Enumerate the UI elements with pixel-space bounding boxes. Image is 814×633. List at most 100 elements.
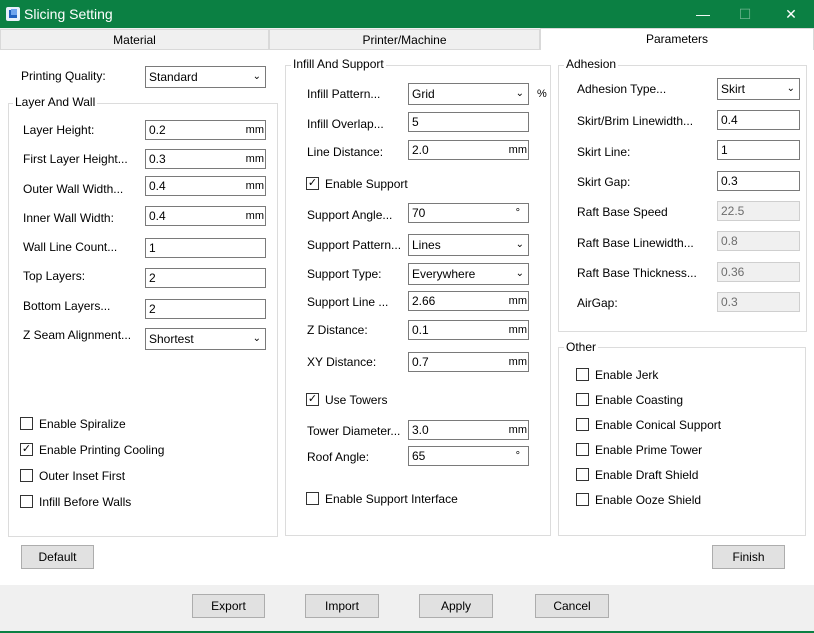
enable-ooze-shield-checkbox[interactable] (576, 493, 589, 506)
close-icon: ✕ (785, 5, 797, 22)
app-icon (6, 7, 20, 21)
infill-pattern-label: Infill Pattern... (307, 87, 381, 101)
infill-overlap-value: 5 (412, 115, 419, 129)
infill-overlap-input[interactable]: 5 (408, 112, 529, 132)
enable-jerk-checkbox[interactable] (576, 368, 589, 381)
printing-quality-value: Standard (149, 70, 198, 84)
apply-button[interactable]: Apply (419, 594, 493, 618)
xy-distance-value: 0.7 (412, 355, 429, 369)
xy-distance-input[interactable]: 0.7 mm (408, 352, 529, 372)
enable-coasting-checkbox[interactable] (576, 393, 589, 406)
support-angle-value: 70 (412, 206, 426, 220)
enable-spiralize-checkbox[interactable] (20, 417, 33, 430)
infill-before-walls-checkbox[interactable] (20, 495, 33, 508)
unit-label: mm (508, 324, 527, 336)
chevron-down-icon: ⌄ (252, 333, 261, 344)
top-layers-input[interactable]: 2 (145, 268, 266, 288)
skirt-gap-value: 0.3 (721, 174, 738, 188)
raft-base-linewidth-input: 0.8 (717, 231, 800, 251)
bottom-layers-input[interactable]: 2 (145, 299, 266, 319)
enable-prime-tower-label: Enable Prime Tower (595, 443, 703, 457)
raft-base-thickness-input: 0.36 (717, 262, 800, 282)
cancel-button[interactable]: Cancel (535, 594, 609, 618)
unit-label: mm (245, 180, 264, 192)
support-type-dropdown[interactable]: Everywhere ⌄ (408, 263, 529, 285)
enable-support-interface-checkbox[interactable] (306, 492, 319, 505)
layer-height-value: 0.2 (149, 123, 166, 137)
skirt-gap-input[interactable]: 0.3 (717, 171, 800, 191)
outer-wall-width-value: 0.4 (149, 179, 166, 193)
enable-spiralize-label: Enable Spiralize (39, 417, 126, 431)
wall-line-count-input[interactable]: 1 (145, 238, 266, 258)
raft-base-thickness-label: Raft Base Thickness... (577, 266, 697, 280)
enable-ooze-shield-label: Enable Ooze Shield (595, 493, 702, 507)
bottom-layers-label: Bottom Layers... (23, 299, 111, 313)
export-button[interactable]: Export (192, 594, 265, 618)
top-layers-label: Top Layers: (23, 269, 86, 283)
tab-printer-machine[interactable]: Printer/Machine (269, 29, 540, 50)
brim-linewidth-input[interactable]: 0.4 (717, 110, 800, 130)
title-bar: Slicing Setting — ☐ ✕ (0, 0, 814, 28)
support-pattern-dropdown[interactable]: Lines ⌄ (408, 234, 529, 256)
support-type-value: Everywhere (412, 267, 476, 281)
enable-coasting-label: Enable Coasting (595, 393, 684, 407)
enable-conical-support-checkbox[interactable] (576, 418, 589, 431)
first-layer-height-input[interactable]: 0.3 mm (145, 149, 266, 169)
roof-angle-input[interactable]: 65 ° (408, 446, 529, 466)
enable-draft-shield-checkbox[interactable] (576, 468, 589, 481)
enable-printing-cooling-checkbox[interactable]: ✓ (20, 443, 33, 456)
layer-height-input[interactable]: 0.2 mm (145, 120, 266, 140)
xy-distance-label: XY Distance: (307, 355, 377, 369)
unit-label: mm (508, 356, 527, 368)
outer-wall-width-input[interactable]: 0.4 mm (145, 176, 266, 196)
z-distance-label: Z Distance: (307, 323, 368, 337)
maximize-icon: ☐ (738, 5, 752, 22)
wall-line-count-label: Wall Line Count... (23, 240, 118, 254)
unit-label: mm (245, 153, 264, 165)
close-button[interactable]: ✕ (768, 0, 814, 28)
support-angle-input[interactable]: 70 ° (408, 203, 529, 223)
adhesion-title: Adhesion (564, 57, 619, 71)
infill-pattern-dropdown[interactable]: Grid ⌄ (408, 83, 529, 105)
brim-linewidth-value: 0.4 (721, 113, 738, 127)
outer-wall-width-label: Outer Wall Width... (23, 182, 124, 196)
raft-base-speed-value: 22.5 (721, 204, 745, 218)
roof-angle-label: Roof Angle: (307, 450, 370, 464)
printing-quality-dropdown[interactable]: Standard ⌄ (145, 66, 266, 88)
window-title: Slicing Setting (24, 6, 113, 22)
printing-quality-label: Printing Quality: (21, 69, 106, 83)
tower-diameter-label: Tower Diameter... (307, 424, 401, 438)
minimize-button[interactable]: — (680, 0, 726, 28)
unit-label: mm (508, 295, 527, 307)
default-button[interactable]: Default (21, 545, 94, 569)
z-distance-input[interactable]: 0.1 mm (408, 320, 529, 340)
chevron-down-icon: ⌄ (515, 268, 524, 279)
inner-wall-width-input[interactable]: 0.4 mm (145, 206, 266, 226)
enable-support-interface-label: Enable Support Interface (325, 492, 458, 506)
skirt-line-input[interactable]: 1 (717, 140, 800, 160)
line-distance-input[interactable]: 2.0 mm (408, 140, 529, 160)
z-distance-value: 0.1 (412, 323, 429, 337)
outer-inset-first-checkbox[interactable] (20, 469, 33, 482)
import-button[interactable]: Import (305, 594, 379, 618)
tower-diameter-input[interactable]: 3.0 mm (408, 420, 529, 440)
enable-draft-shield-label: Enable Draft Shield (595, 468, 699, 482)
chevron-down-icon: ⌄ (786, 83, 795, 94)
skirt-line-value: 1 (721, 143, 728, 157)
support-type-label: Support Type: (307, 267, 382, 281)
line-distance-label: Line Distance: (307, 145, 384, 159)
enable-support-checkbox[interactable]: ✓ (306, 177, 319, 190)
z-seam-alignment-dropdown[interactable]: Shortest ⌄ (145, 328, 266, 350)
tab-material[interactable]: Material (0, 29, 269, 50)
finish-button[interactable]: Finish (712, 545, 785, 569)
layer-and-wall-title: Layer And Wall (13, 95, 98, 109)
enable-prime-tower-checkbox[interactable] (576, 443, 589, 456)
support-line-input[interactable]: 2.66 mm (408, 291, 529, 311)
tab-parameters[interactable]: Parameters (540, 28, 814, 50)
unit-label: mm (508, 144, 527, 156)
infill-and-support-title: Infill And Support (291, 57, 386, 71)
support-pattern-value: Lines (412, 238, 441, 252)
chevron-down-icon: ⌄ (252, 71, 261, 82)
adhesion-type-dropdown[interactable]: Skirt ⌄ (717, 78, 800, 100)
use-towers-checkbox[interactable]: ✓ (306, 393, 319, 406)
